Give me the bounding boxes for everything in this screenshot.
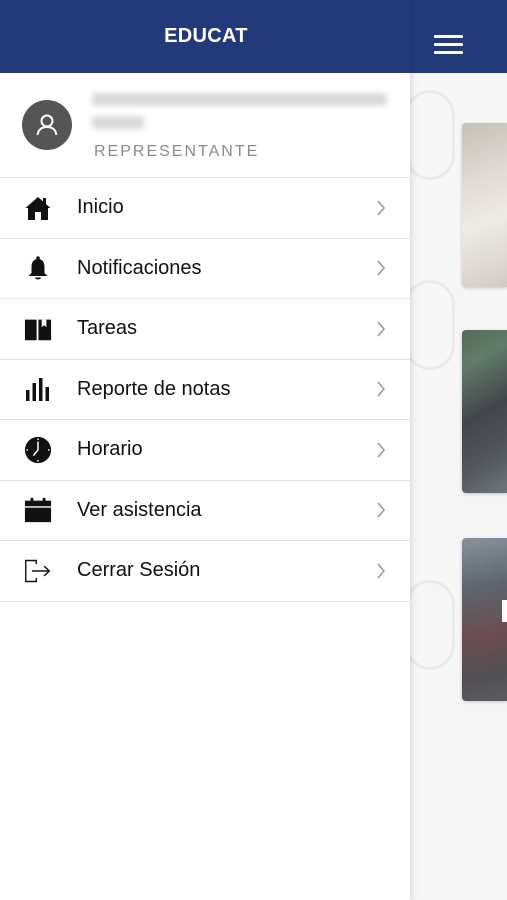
menu-item-label: Notificaciones <box>77 256 202 279</box>
clock-icon <box>24 436 52 464</box>
chevron-right-icon <box>377 502 386 518</box>
bar-chart-icon <box>24 375 52 403</box>
user-profile <box>0 73 410 178</box>
chevron-right-icon <box>377 381 386 397</box>
chevron-right-icon <box>377 260 386 276</box>
drawer-header: EDUCAT <box>0 0 410 73</box>
user-name-blurred <box>92 93 387 106</box>
hamburger-menu-icon[interactable] <box>425 22 471 64</box>
menu-item-cerrar-sesion[interactable]: Cerrar Sesión <box>0 541 410 602</box>
menu-item-label: Reporte de notas <box>77 377 231 400</box>
menu-item-label: Inicio <box>77 196 124 219</box>
book-icon <box>24 315 52 343</box>
menu-item-ver-asistencia[interactable]: Ver asistencia <box>0 481 410 541</box>
navigation-drawer: EDUCAT REPRESENTANTE Inicio Notificacion… <box>0 0 410 900</box>
menu-item-inicio[interactable]: Inicio <box>0 178 410 239</box>
menu-item-tareas[interactable]: Tareas <box>0 299 410 360</box>
chevron-right-icon <box>377 200 386 216</box>
menu-item-label: Horario <box>77 438 143 461</box>
menu-item-reporte-de-notas[interactable]: Reporte de notas <box>0 360 410 420</box>
menu-item-label: Cerrar Sesión <box>77 559 201 582</box>
calendar-icon <box>24 496 52 524</box>
avatar-icon <box>22 100 72 150</box>
user-name-blurred <box>92 116 144 129</box>
bell-icon <box>24 254 52 282</box>
menu-item-label: Ver asistencia <box>77 498 202 521</box>
menu-item-label: Tareas <box>77 317 138 340</box>
home-icon <box>24 194 52 222</box>
user-role: REPRESENTANTE <box>94 143 260 160</box>
chevron-right-icon <box>377 321 386 337</box>
chevron-right-icon <box>377 563 386 579</box>
chevron-right-icon <box>377 442 386 458</box>
menu-item-notificaciones[interactable]: Notificaciones <box>0 239 410 299</box>
app-title: EDUCAT <box>164 25 248 47</box>
drawer-scrim[interactable] <box>410 73 507 900</box>
menu-item-horario[interactable]: Horario <box>0 420 410 481</box>
logout-icon <box>24 557 52 585</box>
menu-list: Inicio Notificaciones Tareas Reporte de … <box>0 178 410 602</box>
